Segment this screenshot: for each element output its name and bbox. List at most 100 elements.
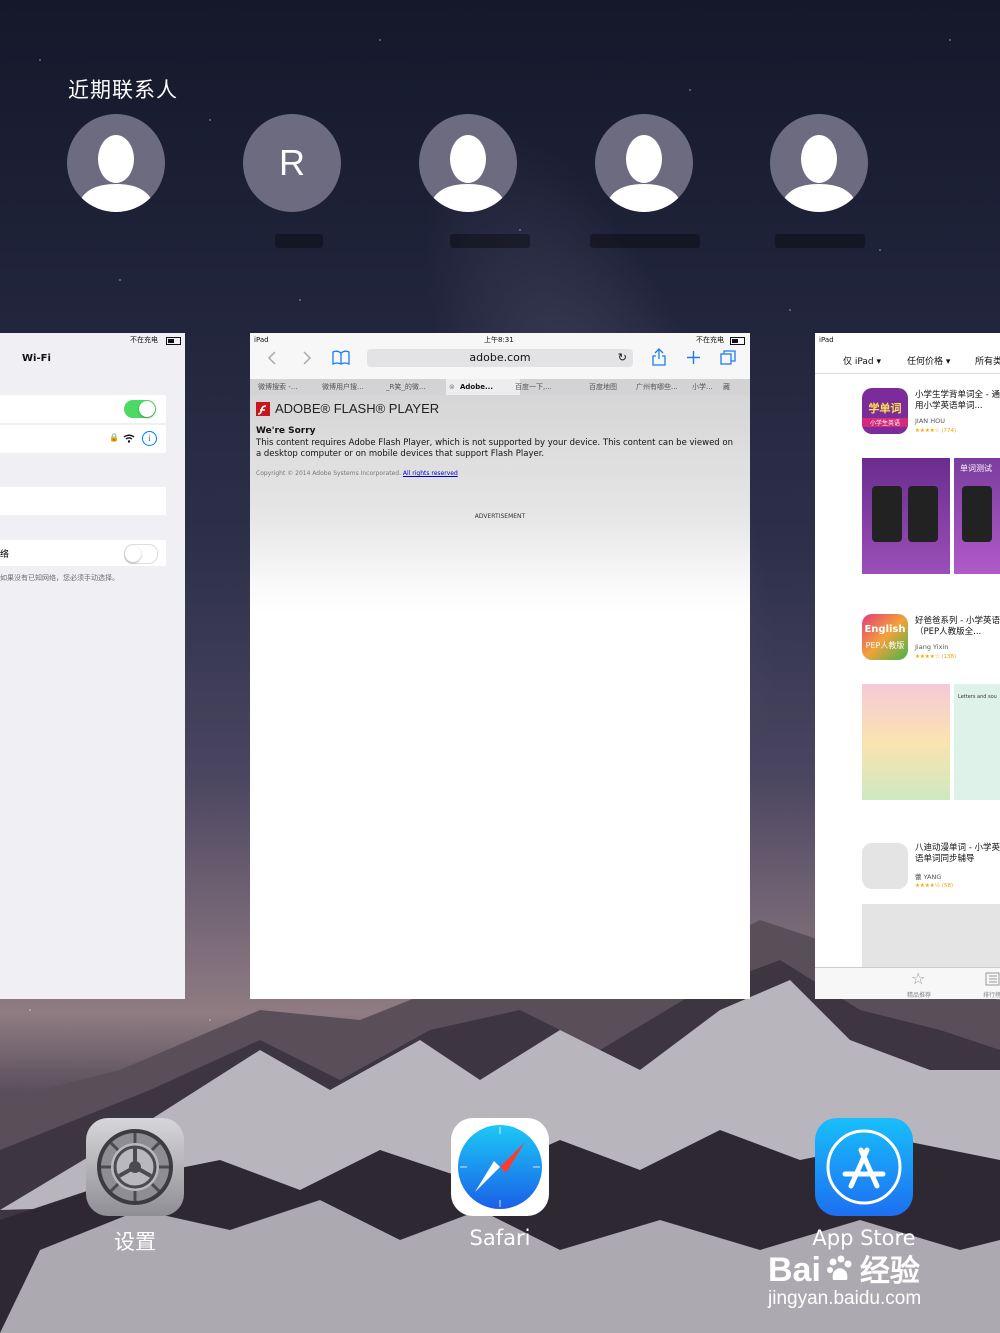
copyright-text: Copyright © 2014 Adobe Systems Incorpora…	[256, 470, 401, 477]
safari-compass-icon[interactable]	[451, 1118, 549, 1216]
contact-initial: R	[279, 142, 305, 183]
advertisement-label: ADVERTISEMENT	[474, 513, 526, 520]
ask-join-row: 络	[0, 540, 166, 566]
filter-device[interactable]: 仅 iPad ▾	[843, 354, 881, 367]
contact-avatar-4[interactable]	[595, 114, 693, 212]
app-rating: ★★★★☆ (138)	[915, 654, 957, 660]
tab-overflow[interactable]: 藏	[723, 379, 735, 395]
app-icon-placeholder[interactable]	[862, 843, 908, 889]
app-developer: Jiang Yixin	[915, 643, 949, 651]
app-developer: 蕾 YANG	[915, 873, 942, 881]
store-filter-bar: 仅 iPad ▾ 任何价格 ▾ 所有类	[815, 347, 1000, 374]
baidu-watermark: Bai 经验 jingyan.baidu.com	[768, 1246, 921, 1310]
filter-category[interactable]: 所有类	[975, 354, 1000, 367]
app-icon-subtext: PEP人教版	[865, 641, 905, 650]
app-icon-word-study[interactable]: 学单词 小学生英语	[862, 388, 908, 434]
web-page-content: ADOBE® FLASH® PLAYER We're Sorry This co…	[250, 395, 750, 999]
contact-avatar-3[interactable]	[419, 114, 517, 212]
app-store-card[interactable]: iPad 仅 iPad ▾ 任何价格 ▾ 所有类 学单词 小学生英语 小学生学背…	[815, 333, 1000, 999]
safari-label: Safari	[469, 1226, 531, 1250]
tab-item[interactable]: _R笑_的微...	[386, 379, 444, 395]
lock-icon: 🔒	[109, 433, 119, 442]
device-label: iPad	[819, 336, 834, 344]
back-icon[interactable]	[267, 351, 277, 365]
safari-toolbar: iPad 上午8:31 不在充电 adobe.com ↻	[250, 333, 750, 379]
wifi-network-row[interactable]: 🔒 i	[0, 425, 166, 453]
contact-name-redacted	[450, 234, 530, 248]
status-bar: iPad	[815, 333, 1000, 347]
tab-item[interactable]: 微博用户搜...	[322, 379, 380, 395]
tab-featured[interactable]: 精品推荐	[907, 990, 931, 999]
tab-item[interactable]: 小学...	[692, 379, 722, 395]
watermark-url: jingyan.baidu.com	[768, 1288, 922, 1309]
filter-price[interactable]: 任何价格 ▾	[907, 354, 950, 367]
tab-item[interactable]: 微博搜索 -...	[258, 379, 316, 395]
flash-logo-icon	[256, 402, 270, 416]
app-icon-english-pep[interactable]: English PEP人教版	[862, 614, 908, 660]
app-icon-text: English	[864, 624, 906, 635]
app-screenshot[interactable]	[862, 904, 1000, 967]
tab-charts[interactable]: 排行榜	[983, 990, 1000, 999]
app-store-a-icon[interactable]	[815, 1118, 913, 1216]
app-title[interactable]: 八迪动漫单词 - 小学英语单词同步辅导	[915, 843, 1000, 865]
app-screenshot[interactable]	[862, 684, 950, 800]
watermark-brand-cn: 经验	[859, 1255, 920, 1288]
tabs-icon[interactable]	[720, 350, 736, 365]
app-title[interactable]: 小学生学背单词全 - 通用小学英语单词...	[915, 390, 1000, 412]
contact-name-redacted	[775, 234, 865, 248]
store-tab-bar: ☆ 精品推荐 排行榜	[815, 967, 1000, 999]
app-icon-text: 学单词	[868, 402, 902, 415]
other-network-row[interactable]	[0, 487, 166, 515]
app-title[interactable]: 好爸爸系列 - 小学英语（PEP人教版全...	[915, 616, 1000, 638]
ask-join-toggle[interactable]	[124, 544, 158, 564]
person-silhouette-icon	[780, 135, 858, 212]
app-rating: ★★★★☆ (774)	[915, 428, 957, 434]
forward-icon[interactable]	[302, 351, 312, 365]
person-silhouette-icon	[429, 135, 507, 212]
settings-gear-icon[interactable]	[86, 1118, 184, 1216]
close-tab-icon[interactable]: ⊗	[449, 379, 455, 395]
status-time: 上午8:31	[484, 336, 514, 344]
contact-name-redacted	[590, 234, 700, 248]
featured-star-icon[interactable]: ☆	[911, 969, 925, 988]
sorry-message: This content requires Adobe Flash Player…	[256, 438, 733, 459]
app-developer: JIAN HOU	[915, 417, 945, 425]
sorry-heading: We're Sorry	[256, 426, 316, 436]
contact-avatar-1[interactable]	[67, 114, 165, 212]
contact-avatar-2[interactable]: R	[243, 114, 341, 212]
wifi-page-title: Wi-Fi	[22, 353, 51, 364]
charts-list-icon[interactable]	[985, 972, 1000, 986]
safari-app-card[interactable]: iPad 上午8:31 不在充电 adobe.com ↻ 微博搜索 -... 微…	[250, 333, 750, 999]
device-label: iPad	[254, 336, 269, 344]
status-bar: iPad 上午8:31 不在充电	[250, 333, 750, 347]
copyright-line: Copyright © 2014 Adobe Systems Incorpora…	[256, 470, 458, 477]
tab-item-active[interactable]: ⊗ Adobe...	[446, 379, 520, 395]
bookmarks-icon[interactable]	[332, 350, 350, 365]
screenshot-caption: Letters and sou	[958, 694, 997, 700]
app-icon-subtext: 小学生英语	[862, 418, 908, 427]
recent-contacts-title: 近期联系人	[68, 78, 178, 102]
address-bar[interactable]: adobe.com ↻	[367, 349, 633, 367]
share-icon[interactable]	[652, 348, 666, 366]
status-bar: 不在充电	[0, 333, 185, 347]
app-screenshot[interactable]: Letters and sou	[954, 684, 1000, 800]
person-silhouette-icon	[605, 135, 683, 212]
rights-link[interactable]: All rights reserved	[403, 470, 458, 477]
new-tab-icon[interactable]	[686, 350, 701, 365]
wifi-note: 如果没有已知网络，您必须手动选择。	[0, 574, 119, 582]
settings-app-card[interactable]: 不在充电 Wi-Fi 🔒 i 络 如果没有已知网络，您必须手动选择。	[0, 333, 185, 999]
info-icon[interactable]: i	[142, 431, 157, 446]
app-screenshot[interactable]	[862, 458, 950, 574]
tab-item[interactable]: 百度地图	[589, 379, 629, 395]
tab-item[interactable]: 百度一下,...	[515, 379, 573, 395]
tab-item[interactable]: 广州有哪些...	[636, 379, 688, 395]
safari-tab-bar: 微博搜索 -... 微博用户搜... _R笑_的微... ⊗ Adobe... …	[250, 379, 750, 395]
contact-avatar-5[interactable]	[770, 114, 868, 212]
app-screenshot[interactable]: 单词测试	[954, 458, 1000, 574]
reload-icon[interactable]: ↻	[618, 349, 627, 367]
contact-name-redacted	[275, 234, 323, 248]
battery-icon	[166, 337, 181, 345]
app-rating: ★★★★½ (58)	[915, 883, 954, 889]
wifi-toggle[interactable]	[124, 400, 156, 418]
charging-status: 不在充电	[696, 336, 724, 344]
